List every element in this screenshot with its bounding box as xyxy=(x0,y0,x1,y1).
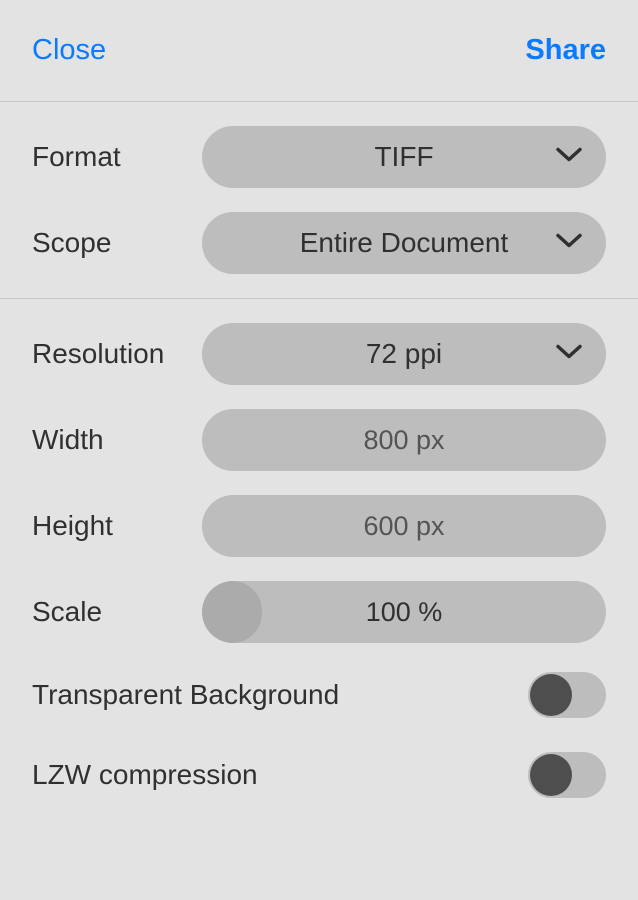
section-dimensions: Resolution 72 ppi Width 800 px Height 60… xyxy=(0,299,638,827)
height-input[interactable]: 600 px xyxy=(202,495,606,557)
scope-dropdown[interactable]: Entire Document xyxy=(202,212,606,274)
width-value: 800 px xyxy=(363,425,444,456)
chevron-down-icon xyxy=(556,147,582,168)
format-dropdown[interactable]: TIFF xyxy=(202,126,606,188)
format-label: Format xyxy=(32,141,202,173)
chevron-down-icon xyxy=(556,233,582,254)
format-value: TIFF xyxy=(374,141,433,173)
row-format: Format TIFF xyxy=(0,114,638,200)
lzw-label: LZW compression xyxy=(32,759,528,791)
row-resolution: Resolution 72 ppi xyxy=(0,311,638,397)
lzw-toggle[interactable] xyxy=(528,752,606,798)
row-scale: Scale 100 % xyxy=(0,569,638,655)
width-label: Width xyxy=(32,424,202,456)
height-label: Height xyxy=(32,510,202,542)
scale-decrement-nub[interactable] xyxy=(202,581,262,643)
resolution-dropdown[interactable]: 72 ppi xyxy=(202,323,606,385)
chevron-down-icon xyxy=(556,344,582,365)
scale-value: 100 % xyxy=(366,597,443,628)
height-value: 600 px xyxy=(363,511,444,542)
share-button[interactable]: Share xyxy=(525,34,606,67)
resolution-label: Resolution xyxy=(32,338,202,370)
toggle-knob xyxy=(530,754,572,796)
row-scope: Scope Entire Document xyxy=(0,200,638,286)
scale-label: Scale xyxy=(32,596,202,628)
scale-stepper[interactable]: 100 % xyxy=(202,581,606,643)
transparent-bg-label: Transparent Background xyxy=(32,679,528,711)
toggle-knob xyxy=(530,674,572,716)
row-height: Height 600 px xyxy=(0,483,638,569)
transparent-bg-toggle[interactable] xyxy=(528,672,606,718)
header: Close Share xyxy=(0,0,638,102)
section-format-scope: Format TIFF Scope Entire Document xyxy=(0,102,638,299)
row-width: Width 800 px xyxy=(0,397,638,483)
row-lzw: LZW compression xyxy=(0,735,638,815)
resolution-value: 72 ppi xyxy=(366,338,442,370)
scope-value: Entire Document xyxy=(300,227,509,259)
row-transparent-bg: Transparent Background xyxy=(0,655,638,735)
scope-label: Scope xyxy=(32,227,202,259)
width-input[interactable]: 800 px xyxy=(202,409,606,471)
close-button[interactable]: Close xyxy=(32,34,106,67)
